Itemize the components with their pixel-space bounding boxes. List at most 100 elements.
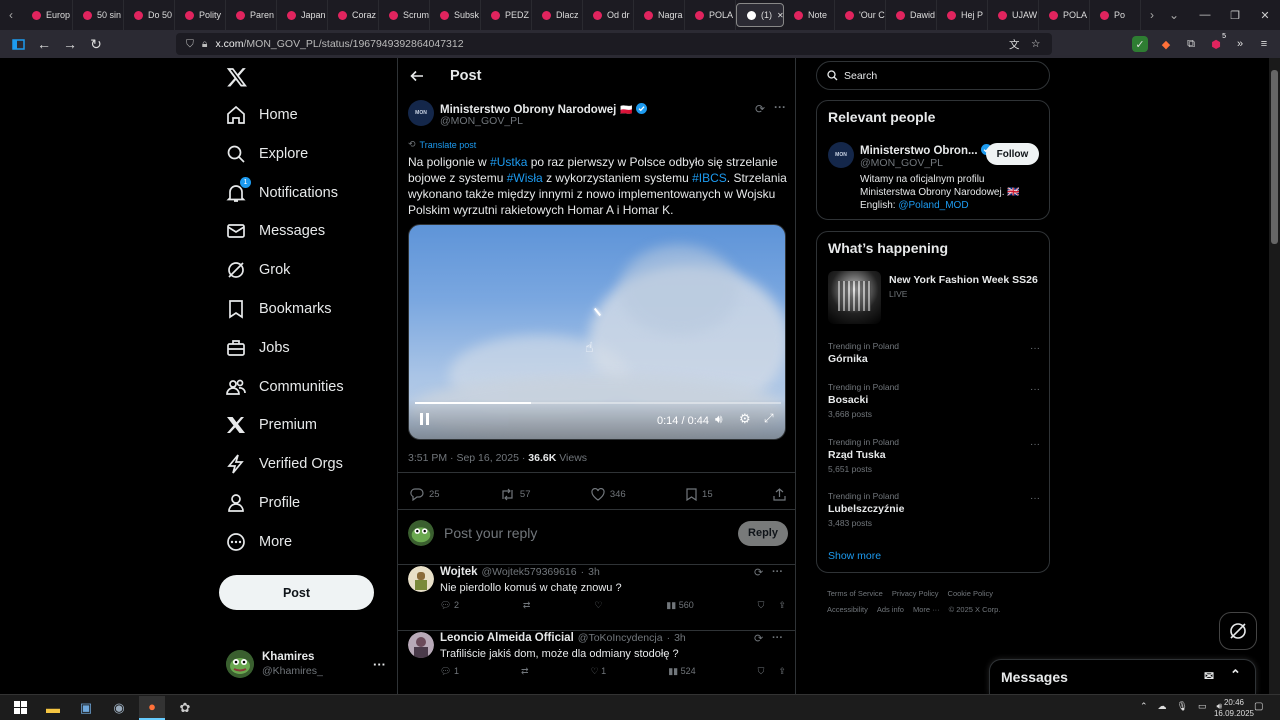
shield-icon[interactable]: ⛉	[186, 38, 194, 51]
browser-tab[interactable]: 'Our C	[835, 0, 886, 30]
back-icon[interactable]: ←	[32, 32, 56, 56]
browser-tab[interactable]: POLA	[1039, 0, 1090, 30]
reply-repost-icon[interactable]: ⇄	[521, 666, 529, 677]
reply-reply-action[interactable]: 💬︎ 2	[440, 600, 459, 611]
post-more-icon[interactable]: ···	[774, 100, 786, 114]
browser-tab[interactable]: Paren	[226, 0, 277, 30]
reply-bookmark-icon[interactable]: ⛉	[758, 600, 765, 611]
x-logo-icon[interactable]	[226, 66, 248, 88]
reply-item[interactable]: Wojtek @Wojtek579369616 · 3h ⟳ ··· Nie pierdol…	[408, 566, 788, 626]
footer-link[interactable]: Cookie Policy	[948, 589, 993, 598]
extension-fox-icon[interactable]: ◆	[1158, 36, 1174, 52]
reply-like-icon[interactable]: ♡	[594, 600, 602, 611]
reply-author-handle[interactable]: @ToKoIncydencja	[578, 632, 663, 644]
pause-icon[interactable]	[419, 413, 430, 425]
share-action[interactable]	[773, 487, 786, 501]
hashtag-link[interactable]: #Ustka	[490, 155, 527, 169]
nav-item-home[interactable]: Home	[226, 96, 298, 134]
reply-views-action[interactable]: ▮▮ 524	[668, 666, 695, 677]
trend-item[interactable]: Trending in Poland Bosacki 3,668 posts ···	[828, 382, 1040, 419]
search-input[interactable]: Search	[816, 61, 1050, 90]
show-more-link[interactable]: Show more	[828, 550, 881, 562]
windows-start-icon[interactable]	[7, 696, 33, 720]
taskbar-clock[interactable]: 20:46 16.09.2025	[1214, 697, 1254, 719]
browser-tab[interactable]: Subsk	[430, 0, 481, 30]
nav-item-more[interactable]: More	[226, 523, 292, 561]
reply-views-action[interactable]: ▮▮ 560	[666, 600, 693, 611]
volume-icon[interactable]: 🔊︎	[715, 412, 723, 427]
browser-tab[interactable]: 50 sin	[73, 0, 124, 30]
relevant-handle[interactable]: @MON_GOV_PL	[860, 157, 943, 169]
restore-icon[interactable]: ❐	[1220, 0, 1250, 30]
file-explorer-icon[interactable]: ▬	[40, 696, 66, 720]
reply-time[interactable]: 3h	[674, 632, 686, 644]
translate-post-link[interactable]: ⟲ Translate post	[408, 139, 476, 150]
steam-icon[interactable]: ◉	[106, 696, 132, 720]
reply-time[interactable]: 3h	[588, 566, 600, 578]
messages-drawer[interactable]: Messages ✉ ⌃	[989, 659, 1256, 694]
relevant-avatar[interactable]: MON	[828, 142, 854, 168]
nav-item-verified-orgs[interactable]: Verified Orgs	[226, 445, 343, 483]
video-player[interactable]: ☝︎ 0:14 / 0:44 🔊︎ ⚙ ⤢	[408, 224, 786, 440]
settings-gear-icon[interactable]: ⚙	[739, 411, 751, 427]
close-window-icon[interactable]: ✕	[1250, 0, 1280, 30]
browser-tab[interactable]: Polity	[175, 0, 226, 30]
browser-tab[interactable]: (1) ✕	[736, 3, 784, 27]
account-more-icon[interactable]: ···	[373, 657, 386, 672]
nav-item-bookmarks[interactable]: Bookmarks	[226, 290, 332, 328]
tray-mic-icon[interactable]: 🎙︎	[1177, 701, 1188, 712]
trend-more-icon[interactable]: ···	[1030, 343, 1040, 354]
new-message-icon[interactable]: ✉	[1204, 669, 1214, 683]
fullscreen-icon[interactable]: ⤢	[764, 411, 774, 426]
featured-event[interactable]: New York Fashion Week SS26 LIVE	[828, 271, 1040, 325]
reply-avatar[interactable]	[408, 566, 434, 592]
expand-chevron-icon[interactable]: ⌃	[1230, 667, 1241, 683]
footer-link[interactable]: Ads info	[877, 605, 904, 614]
repost-action[interactable]: 57	[500, 488, 531, 501]
reply-author-handle[interactable]: @Wojtek579369616	[482, 566, 577, 578]
browser-tab[interactable]: Note	[784, 0, 835, 30]
bookmark-star-icon[interactable]: ☆	[1031, 38, 1040, 50]
browser-tab[interactable]: UJAW	[988, 0, 1039, 30]
reply-reply-action[interactable]: 💬︎ 1	[440, 666, 459, 677]
trend-more-icon[interactable]: ···	[1030, 493, 1040, 504]
grok-explain-icon[interactable]: ⟳	[754, 566, 763, 579]
minimize-icon[interactable]: —	[1190, 0, 1220, 30]
tab-list-chevron-icon[interactable]: ⌄	[1163, 0, 1185, 30]
nav-item-communities[interactable]: Communities	[226, 368, 344, 406]
reply-share-icon[interactable]: ⇪	[778, 666, 786, 677]
browser-tab[interactable]: Po	[1090, 0, 1141, 30]
author-handle[interactable]: @MON_GOV_PL	[440, 115, 523, 127]
browser-tab[interactable]: Do 50	[124, 0, 175, 30]
browser-tab[interactable]: Scrum	[379, 0, 430, 30]
footer-link[interactable]: Terms of Service	[827, 589, 883, 598]
reply-more-icon[interactable]: ···	[772, 632, 783, 644]
browser-tab[interactable]: Dlacz	[532, 0, 583, 30]
nav-item-notifications[interactable]: 1 Notifications	[226, 174, 338, 212]
trend-more-icon[interactable]: ···	[1030, 439, 1040, 450]
translate-page-icon[interactable]: 文	[1009, 37, 1020, 52]
trend-more-icon[interactable]: ···	[1030, 384, 1040, 395]
browser-tab[interactable]: Dawid	[886, 0, 937, 30]
nav-item-messages[interactable]: Messages	[226, 212, 325, 250]
tray-chevron-icon[interactable]: ⌃	[1140, 701, 1148, 712]
reply-action[interactable]: 25	[410, 487, 440, 501]
grok-explain-icon[interactable]: ⟳	[754, 632, 763, 645]
reply-like-icon[interactable]: ♡ 1	[591, 666, 607, 677]
footer-link[interactable]: Accessibility	[827, 605, 868, 614]
bio-link[interactable]: @Poland_MOD	[898, 200, 968, 211]
browser-tab[interactable]: PEDZ	[481, 0, 532, 30]
like-action[interactable]: 346	[591, 487, 626, 501]
reply-avatar[interactable]	[408, 632, 434, 658]
hashtag-link[interactable]: #Wisła	[507, 171, 543, 185]
overflow-chevrons-icon[interactable]: »	[1232, 36, 1248, 52]
trend-item[interactable]: Trending in Poland Lubelszczyźnie 3,483 po…	[828, 491, 1040, 528]
follow-button[interactable]: Follow	[986, 143, 1039, 165]
grok-button[interactable]	[1219, 612, 1257, 650]
address-bar[interactable]: ⛉ 🔒︎ x.com/MON_GOV_PL/status/19679493928…	[176, 33, 1052, 55]
forward-icon[interactable]: →	[58, 32, 82, 56]
tab-scroll-left-icon[interactable]: ‹	[0, 0, 22, 30]
footer-link[interactable]: Privacy Policy	[892, 589, 939, 598]
nav-item-jobs[interactable]: Jobs	[226, 329, 290, 367]
nav-item-profile[interactable]: Profile	[226, 484, 300, 522]
